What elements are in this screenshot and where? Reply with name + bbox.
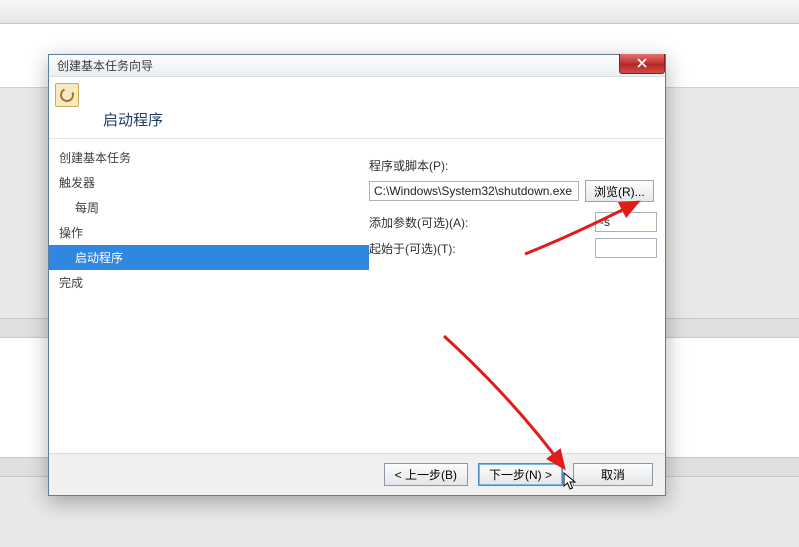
dialog-body: 启动程序 创建基本任务 触发器 每周 操作 启动程序 完成 程序或脚本(P): … — [49, 77, 665, 495]
sidebar-item-label: 操作 — [59, 226, 83, 240]
header-area: 启动程序 — [49, 77, 665, 139]
sidebar-item-label: 完成 — [59, 276, 83, 290]
form-area: 程序或脚本(P): 浏览(R)... 添加参数(可选)(A): 起始于(可选)(… — [369, 139, 657, 453]
sidebar-item-create-task[interactable]: 创建基本任务 — [49, 145, 369, 170]
wizard-icon — [55, 83, 79, 107]
browse-label: 浏览(R)... — [594, 185, 645, 199]
cancel-button[interactable]: 取消 — [573, 463, 653, 486]
startin-label: 起始于(可选)(T): — [369, 240, 589, 257]
wizard-dialog: 创建基本任务向导 启动程序 创建基本任务 触发器 每周 操作 启动程序 完成 程… — [48, 54, 666, 496]
next-label: 下一步(N) > — [489, 468, 552, 482]
sidebar-item-label: 启动程序 — [75, 251, 123, 265]
back-label: < 上一步(B) — [395, 468, 457, 482]
sidebar-item-finish[interactable]: 完成 — [49, 270, 369, 295]
sidebar-item-label: 每周 — [75, 201, 99, 215]
bg-header — [0, 0, 799, 24]
startin-input[interactable] — [595, 238, 657, 258]
args-label: 添加参数(可选)(A): — [369, 214, 589, 231]
close-icon — [637, 57, 647, 71]
cancel-label: 取消 — [601, 468, 625, 482]
sidebar-item-label: 触发器 — [59, 176, 95, 190]
sidebar-item-action[interactable]: 操作 — [49, 220, 369, 245]
close-button[interactable] — [619, 54, 665, 74]
back-button[interactable]: < 上一步(B) — [384, 463, 468, 486]
dialog-footer: < 上一步(B) 下一步(N) > 取消 — [49, 453, 665, 495]
script-input[interactable] — [369, 181, 579, 201]
wizard-sidebar: 创建基本任务 触发器 每周 操作 启动程序 完成 — [49, 139, 369, 453]
sidebar-item-start-program[interactable]: 启动程序 — [49, 245, 369, 270]
next-button[interactable]: 下一步(N) > — [478, 463, 563, 486]
sidebar-item-weekly[interactable]: 每周 — [49, 195, 369, 220]
browse-button[interactable]: 浏览(R)... — [585, 180, 654, 202]
script-label: 程序或脚本(P): — [369, 157, 448, 174]
dialog-title: 创建基本任务向导 — [57, 57, 153, 74]
titlebar[interactable]: 创建基本任务向导 — [49, 55, 665, 77]
sidebar-item-trigger[interactable]: 触发器 — [49, 170, 369, 195]
args-input[interactable] — [595, 212, 657, 232]
page-title: 启动程序 — [103, 109, 163, 130]
sidebar-item-label: 创建基本任务 — [59, 151, 131, 165]
